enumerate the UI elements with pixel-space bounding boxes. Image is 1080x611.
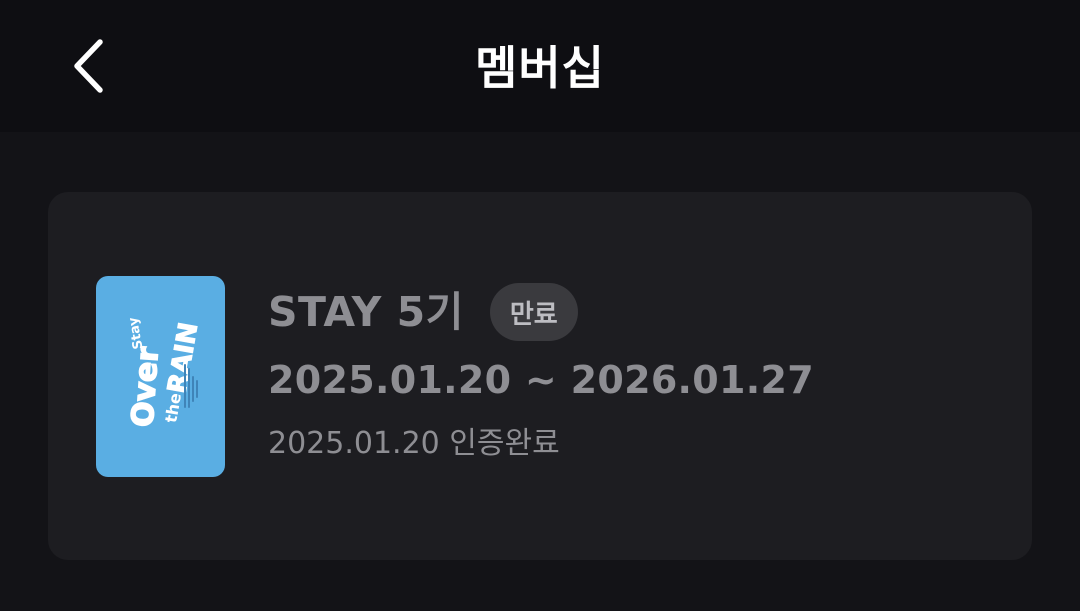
over-the-rain-artwork: Over the RAIN Stay <box>125 315 205 429</box>
svg-text:Over: Over <box>125 346 166 429</box>
svg-text:the: the <box>161 391 185 424</box>
membership-card-image: Over the RAIN Stay <box>96 276 225 477</box>
membership-info: STAY 5기 만료 2025.01.20 ~ 2026.01.27 2025.… <box>268 280 814 468</box>
top-bar: 멤버십 <box>0 0 1080 132</box>
membership-period: 2025.01.20 ~ 2026.01.27 <box>268 358 814 402</box>
svg-text:RAIN: RAIN <box>162 320 204 396</box>
membership-title-row: STAY 5기 만료 <box>268 280 814 344</box>
membership-card[interactable]: Over the RAIN Stay STAY 5기 만료 2025.01.20… <box>48 192 1032 560</box>
page-title: 멤버십 <box>475 41 605 95</box>
svg-text:Stay: Stay <box>126 315 146 350</box>
status-badge: 만료 <box>489 283 578 341</box>
verification-date: 2025.01.20 인증완료 <box>268 426 560 461</box>
membership-name: STAY 5기 <box>268 288 464 336</box>
